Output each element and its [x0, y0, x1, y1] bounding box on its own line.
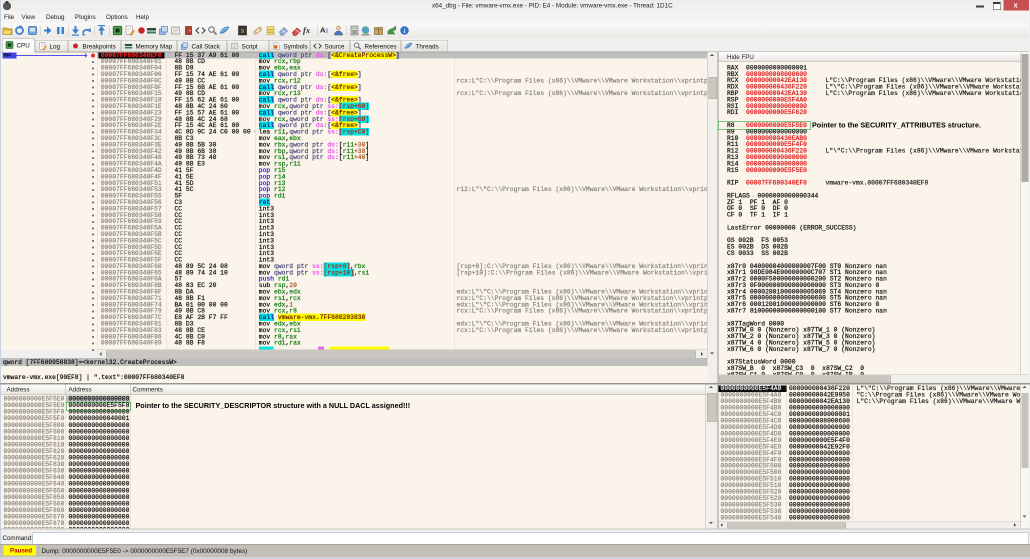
svg-text:S: S [241, 28, 245, 35]
